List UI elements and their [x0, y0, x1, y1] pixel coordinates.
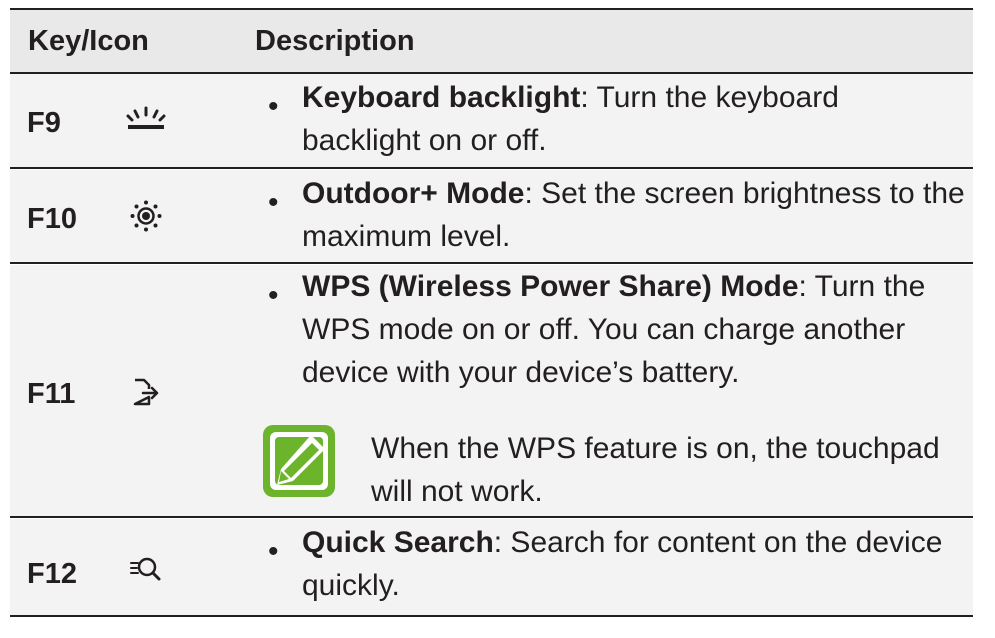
- table-header: Key/Icon Description: [10, 10, 973, 74]
- header-description: Description: [255, 24, 415, 57]
- key-label: F12: [27, 558, 77, 590]
- bullet: •: [268, 90, 279, 123]
- feature-title: Quick Search: [302, 526, 494, 559]
- header-key-icon: Key/Icon: [28, 24, 149, 57]
- feature-title: Outdoor+ Mode: [302, 177, 525, 210]
- key-label: F9: [27, 107, 61, 139]
- function-key-table: Key/Icon Description F9 • Keyboard backl…: [10, 8, 973, 617]
- key-label: F11: [27, 378, 76, 410]
- bullet: •: [268, 535, 279, 568]
- note-pencil-icon: [259, 421, 339, 501]
- table-row: F10 • Outdoor+ Mode: Set the screen brig…: [10, 169, 973, 264]
- description: WPS (Wireless Power Share) Mode: Turn th…: [302, 265, 965, 394]
- description: Keyboard backlight: Turn the keyboard ba…: [302, 76, 965, 162]
- table-row: F11 • WPS (Wireless Power Share) Mode: T…: [10, 264, 973, 518]
- key-label: F10: [27, 203, 77, 235]
- bullet: •: [268, 279, 279, 312]
- description: Quick Search: Search for content on the …: [302, 521, 965, 607]
- keyboard-backlight-icon: [122, 100, 170, 140]
- table-row: F12 • Quick Search: Search for content o…: [10, 518, 973, 617]
- note-text: When the WPS feature is on, the touchpad…: [371, 432, 940, 508]
- description: Outdoor+ Mode: Set the screen brightness…: [302, 172, 965, 258]
- wireless-power-share-icon: [122, 372, 170, 412]
- feature-title: WPS (Wireless Power Share) Mode: [302, 270, 799, 303]
- table-row: F9 • Keyboard backlight: Turn the keyboa…: [10, 74, 973, 169]
- bullet: •: [268, 186, 279, 219]
- feature-title: Keyboard backlight: [302, 81, 581, 114]
- outdoor-mode-icon: [122, 196, 170, 236]
- quick-search-icon: [122, 549, 170, 589]
